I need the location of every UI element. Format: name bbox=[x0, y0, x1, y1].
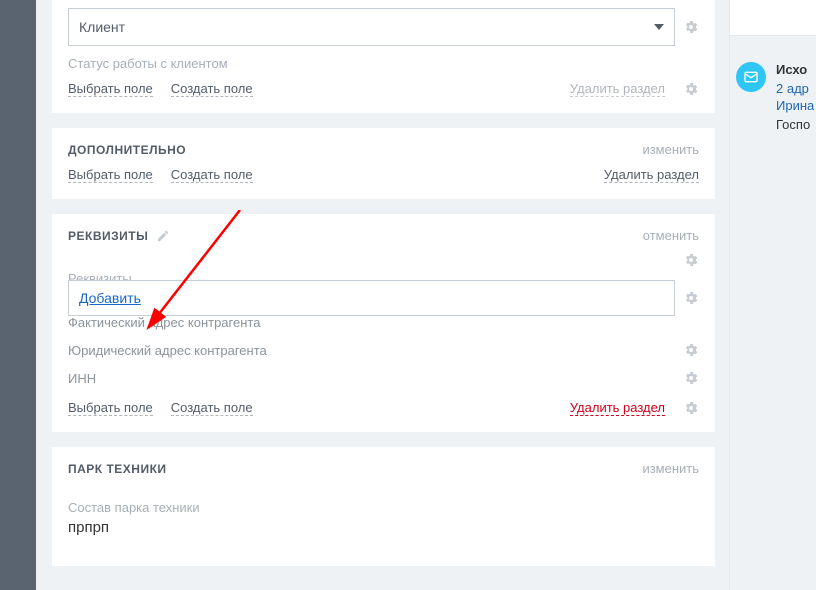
mail-icon bbox=[736, 62, 766, 92]
delete-section-link[interactable]: Удалить раздел bbox=[604, 167, 699, 183]
edit-link[interactable]: изменить bbox=[642, 461, 699, 476]
tech-field-label: Состав парка техники bbox=[68, 500, 699, 515]
choose-field-link[interactable]: Выбрать поле bbox=[68, 400, 153, 416]
card-tech-park: ПАРК ТЕХНИКИ изменить Состав парка техни… bbox=[52, 447, 715, 566]
gear-icon[interactable] bbox=[683, 400, 699, 416]
create-field-link[interactable]: Создать поле bbox=[171, 167, 253, 183]
gear-icon[interactable] bbox=[683, 342, 699, 358]
status-label: Статус работы с клиентом bbox=[68, 56, 699, 71]
mail-item[interactable]: Исхо 2 адр Ирина Госпо bbox=[730, 62, 816, 132]
card-client: Клиент Статус работы с клиентом Выбрать … bbox=[52, 0, 715, 113]
card-additional: ДОПОЛНИТЕЛЬНО изменить Выбрать поле Созд… bbox=[52, 128, 715, 199]
card-requisites: РЕКВИЗИТЫ отменить Реквизиты Добавить bbox=[52, 214, 715, 432]
gear-icon[interactable] bbox=[683, 19, 699, 35]
gear-icon[interactable] bbox=[683, 290, 699, 306]
create-field-link[interactable]: Создать поле bbox=[171, 400, 253, 416]
pencil-icon[interactable] bbox=[156, 229, 170, 243]
legal-address-field[interactable]: Юридический адрес контрагента bbox=[68, 343, 673, 358]
client-select-value: Клиент bbox=[79, 19, 125, 35]
mail-from: Ирина bbox=[776, 98, 814, 113]
mail-body: Госпо bbox=[776, 117, 814, 132]
section-title-requisites: РЕКВИЗИТЫ bbox=[68, 229, 148, 243]
left-sidebar bbox=[0, 0, 36, 590]
client-select[interactable]: Клиент bbox=[68, 8, 675, 46]
mail-address: 2 адр bbox=[776, 81, 814, 96]
delete-section-link[interactable]: Удалить раздел bbox=[570, 400, 665, 416]
right-top-card bbox=[730, 0, 816, 36]
choose-field-link[interactable]: Выбрать поле bbox=[68, 81, 153, 97]
facts-address-field[interactable]: Фактический адрес контрагента bbox=[68, 315, 699, 330]
add-link[interactable]: Добавить bbox=[79, 290, 141, 306]
chevron-down-icon bbox=[654, 24, 664, 30]
main-column: Клиент Статус работы с клиентом Выбрать … bbox=[36, 0, 729, 590]
section-title-additional: ДОПОЛНИТЕЛЬНО bbox=[68, 143, 186, 157]
gear-icon[interactable] bbox=[683, 252, 699, 268]
delete-section-link[interactable]: Удалить раздел bbox=[570, 81, 665, 97]
right-column: Исхо 2 адр Ирина Госпо bbox=[729, 0, 816, 590]
choose-field-link[interactable]: Выбрать поле bbox=[68, 167, 153, 183]
section-title-tech: ПАРК ТЕХНИКИ bbox=[68, 462, 167, 476]
requisites-input[interactable]: Добавить bbox=[68, 280, 675, 316]
edit-link[interactable]: изменить bbox=[642, 142, 699, 157]
tech-field-value: прпрп bbox=[68, 519, 699, 536]
inn-field[interactable]: ИНН bbox=[68, 371, 673, 386]
create-field-link[interactable]: Создать поле bbox=[171, 81, 253, 97]
cancel-link[interactable]: отменить bbox=[643, 228, 699, 243]
gear-icon[interactable] bbox=[683, 81, 699, 97]
mail-subject: Исхо bbox=[776, 62, 814, 77]
gear-icon[interactable] bbox=[683, 370, 699, 386]
